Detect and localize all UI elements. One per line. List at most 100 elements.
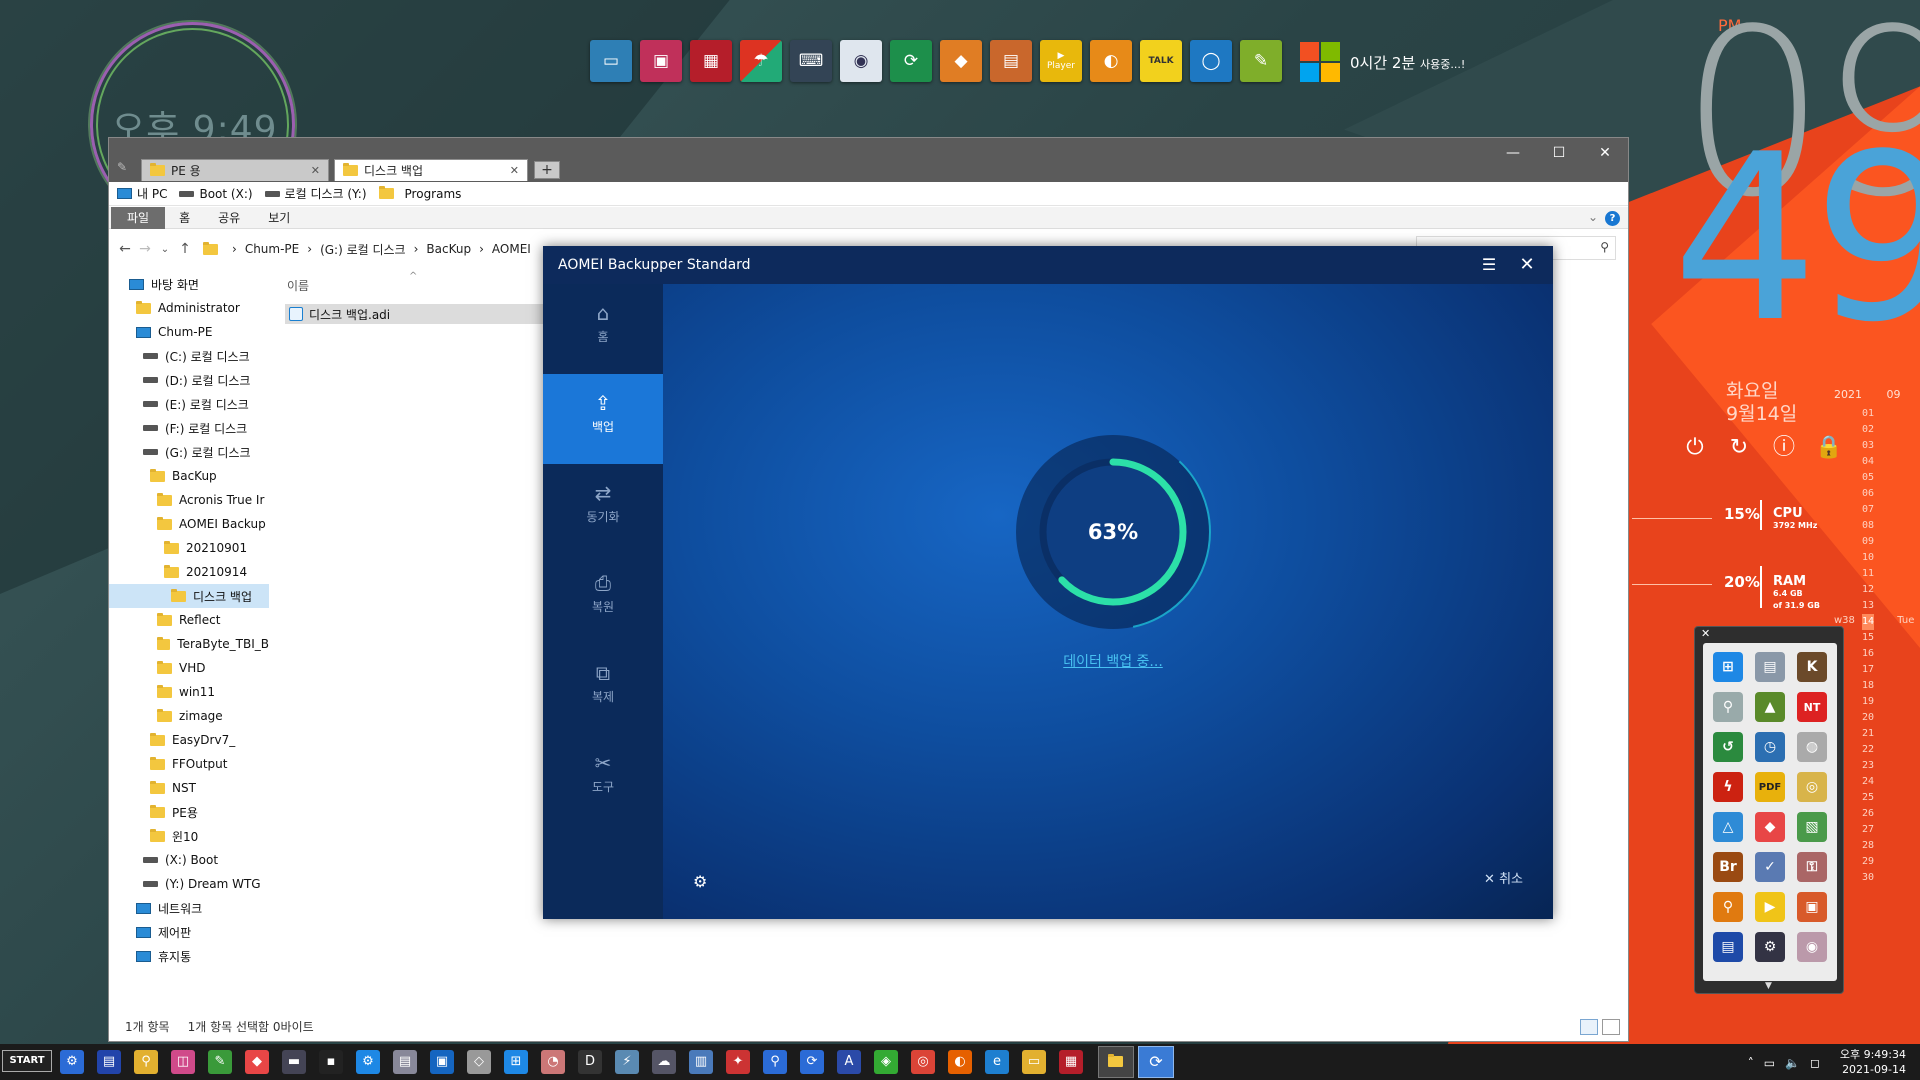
new-tab-button[interactable]: +	[534, 161, 560, 179]
firefox-like-icon[interactable]: ◐	[1090, 40, 1132, 82]
bookmark-boot[interactable]: Boot (X:)	[179, 187, 253, 201]
launcher-close-icon[interactable]: ✕	[1701, 627, 1710, 640]
launcher-item[interactable]: NT	[1791, 687, 1833, 727]
nav-clone[interactable]: ⧉ 복제	[543, 644, 663, 734]
refresh-icon[interactable]: ⟳	[800, 1050, 824, 1074]
close-icon[interactable]: ✕	[1515, 246, 1539, 284]
save-icon[interactable]: ▤	[97, 1050, 121, 1074]
tree-item[interactable]: zimage	[109, 704, 269, 728]
tab-pe[interactable]: PE 용 ✕	[141, 159, 329, 181]
launcher-item[interactable]: K	[1791, 647, 1833, 687]
tree-item[interactable]: Administrator	[109, 296, 269, 320]
taskbar-clock[interactable]: 오후 9:49:34 2021-09-14	[1840, 1047, 1906, 1077]
launcher-item[interactable]: Br	[1707, 847, 1749, 887]
grid-app-icon[interactable]: ▦	[1059, 1050, 1083, 1074]
forward-icon[interactable]: →	[135, 241, 155, 257]
ribbon-tab-file[interactable]: 파일	[111, 206, 166, 229]
windows-logo-icon[interactable]	[1300, 42, 1340, 82]
sync-icon[interactable]: ⟳	[890, 40, 932, 82]
bookmark-my-pc[interactable]: 내 PC	[117, 185, 167, 202]
map-icon[interactable]: ✎	[1240, 40, 1282, 82]
tree-item[interactable]: 네트워크	[109, 896, 269, 920]
launcher-item[interactable]: ⚙	[1749, 927, 1791, 967]
tree-item[interactable]: 20210914	[109, 560, 269, 584]
ring-icon[interactable]: ◯	[1190, 40, 1232, 82]
thumbnail-view-icon[interactable]	[1602, 1019, 1620, 1035]
tree-item[interactable]: 제어판	[109, 920, 269, 944]
control-icon[interactable]: ⚙	[60, 1050, 84, 1074]
a-app-icon[interactable]: A	[837, 1050, 861, 1074]
launcher-item[interactable]: ◍	[1791, 727, 1833, 767]
disk-tool-icon[interactable]: ◉	[840, 40, 882, 82]
launcher-item[interactable]: ◷	[1749, 727, 1791, 767]
grid-app-icon[interactable]: ▦	[690, 40, 732, 82]
console-icon[interactable]: ▪	[319, 1050, 343, 1074]
launcher-item[interactable]: ✓	[1749, 847, 1791, 887]
history-chevron-icon[interactable]: ⌄	[155, 244, 175, 255]
nav-sync[interactable]: ⇄ 동기화	[543, 464, 663, 554]
taskbar-aomei-button[interactable]: ⟳	[1138, 1046, 1174, 1078]
player-icon[interactable]: ▶ Player	[1040, 40, 1082, 82]
launcher-item[interactable]: ◆	[1749, 807, 1791, 847]
nav-home[interactable]: ⌂ 홈	[543, 284, 663, 374]
tree-item[interactable]: (F:) 로컬 디스크	[109, 416, 269, 440]
bookmark-local-disk[interactable]: 로컬 디스크 (Y:)	[264, 185, 367, 202]
ribbon-tab-home[interactable]: 홈	[165, 207, 204, 229]
shutdown-alert-icon[interactable]: ⓘ	[1771, 435, 1797, 461]
tree-item[interactable]: Reflect	[109, 608, 269, 632]
tree-item[interactable]: NST	[109, 776, 269, 800]
tree-item[interactable]: (X:) Boot	[109, 848, 269, 872]
tree-item[interactable]: (D:) 로컬 디스크	[109, 368, 269, 392]
disk-icon[interactable]: ▤	[393, 1050, 417, 1074]
cup-icon[interactable]: ◔	[541, 1050, 565, 1074]
nav-backup[interactable]: ⇪ 백업	[543, 374, 663, 464]
minimize-button[interactable]: —	[1490, 138, 1536, 168]
tool-icon[interactable]: ◇	[467, 1050, 491, 1074]
file-row[interactable]: 디스크 백업.adi	[285, 304, 543, 324]
volume-icon[interactable]: 🔈	[1785, 1056, 1800, 1070]
settings-gear-icon[interactable]: ⚙	[693, 872, 707, 891]
nav-tools[interactable]: ✂ 도구	[543, 734, 663, 824]
cloud-icon[interactable]: ☁	[652, 1050, 676, 1074]
breadcrumb-item[interactable]: BacKup	[426, 242, 471, 256]
tree-item[interactable]: (C:) 로컬 디스크	[109, 344, 269, 368]
column-header-name[interactable]: 이름	[287, 277, 309, 294]
chrome-icon[interactable]: ◎	[911, 1050, 935, 1074]
key-icon[interactable]: ⚲	[134, 1050, 158, 1074]
tree-item[interactable]: TeraByte_TBI_B	[109, 632, 269, 656]
tree-item[interactable]: 윈10	[109, 824, 269, 848]
launcher-item[interactable]: ↺	[1707, 727, 1749, 767]
folder-icon[interactable]: ▭	[1022, 1050, 1046, 1074]
launcher-item[interactable]: ⚲	[1707, 887, 1749, 927]
launcher-item[interactable]: ▲	[1749, 687, 1791, 727]
power-icon[interactable]: ⏻	[1682, 435, 1708, 461]
launcher-item[interactable]: △	[1707, 807, 1749, 847]
anydesk-icon[interactable]: ◆	[245, 1050, 269, 1074]
start-button[interactable]: START	[2, 1050, 52, 1072]
tree-item[interactable]: FFOutput	[109, 752, 269, 776]
ie-icon[interactable]: e	[985, 1050, 1009, 1074]
editor-icon[interactable]: ✎	[208, 1050, 232, 1074]
tree-item[interactable]: 20210901	[109, 536, 269, 560]
tree-item[interactable]: 디스크 백업	[109, 584, 269, 608]
launcher-item[interactable]: PDF	[1749, 767, 1791, 807]
network-icon[interactable]: ▭	[1764, 1056, 1775, 1070]
menu-icon[interactable]: ☰	[1477, 246, 1501, 284]
tray-expand-icon[interactable]: ˄	[1748, 1056, 1754, 1070]
firefox-icon[interactable]: ◐	[948, 1050, 972, 1074]
tree-item[interactable]: AOMEI Backup	[109, 512, 269, 536]
tree-item[interactable]: 바탕 화면	[109, 272, 269, 296]
tab-close-icon[interactable]: ✕	[510, 164, 519, 177]
tree-item[interactable]: (Y:) Dream WTG	[109, 872, 269, 896]
eraser-icon[interactable]: ◆	[940, 40, 982, 82]
tree-item[interactable]: VHD	[109, 656, 269, 680]
cancel-button[interactable]: ✕ 취소	[1484, 868, 1523, 887]
tree-item[interactable]: win11	[109, 680, 269, 704]
launcher-item[interactable]: ⚿	[1791, 847, 1833, 887]
tab-disk-backup[interactable]: 디스크 백업 ✕	[334, 159, 528, 181]
close-button[interactable]: ✕	[1582, 138, 1628, 168]
tree-item[interactable]: Acronis True Ir	[109, 488, 269, 512]
launcher-item[interactable]: ▤	[1707, 927, 1749, 967]
launcher-item[interactable]: ▶	[1749, 887, 1791, 927]
details-view-icon[interactable]	[1580, 1019, 1598, 1035]
